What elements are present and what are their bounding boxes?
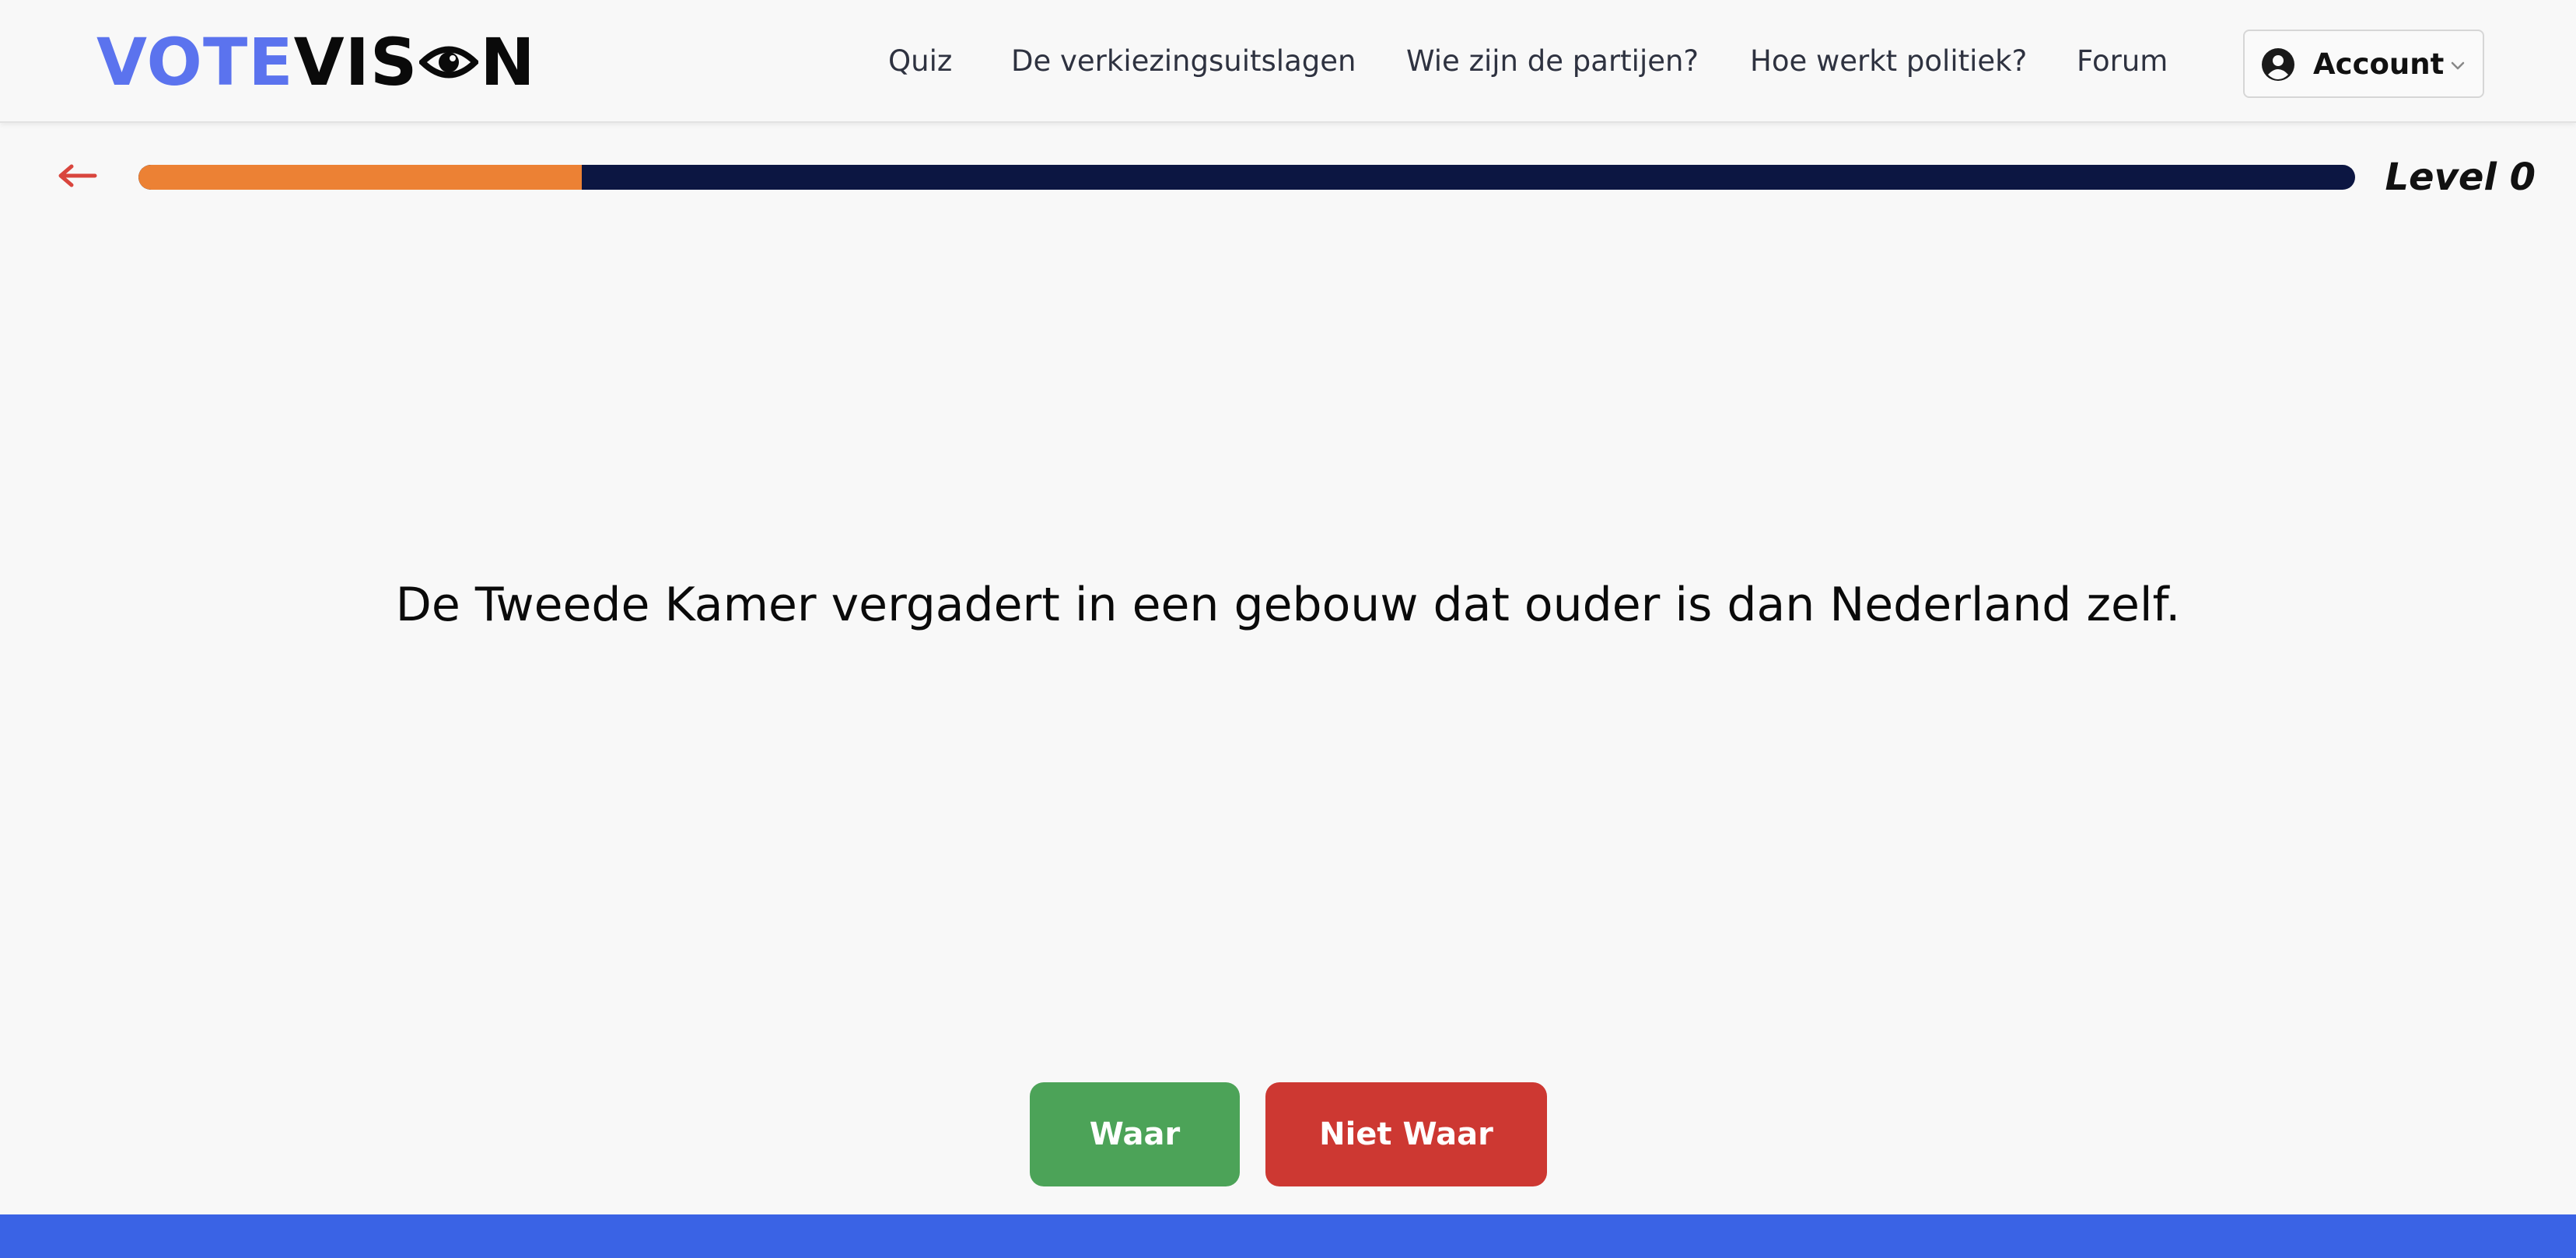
answer-true-button[interactable]: Waar bbox=[1030, 1082, 1240, 1186]
footer-bar bbox=[0, 1214, 2576, 1258]
user-circle-icon bbox=[2262, 48, 2294, 81]
nav-election-results[interactable]: De verkiezingsuitslagen bbox=[1011, 42, 1356, 81]
account-dropdown[interactable]: Account bbox=[2243, 30, 2484, 98]
eye-icon bbox=[419, 46, 479, 79]
nav-quiz[interactable]: Quiz bbox=[888, 42, 952, 81]
chevron-down-icon bbox=[2451, 61, 2465, 70]
arrow-left-icon[interactable] bbox=[58, 157, 98, 194]
nav-parties[interactable]: Wie zijn de partijen? bbox=[1406, 42, 1699, 81]
logo-text-vote: VOTE bbox=[96, 24, 294, 100]
logo-text-n: N bbox=[480, 24, 536, 100]
quiz-progress-fill bbox=[138, 165, 582, 190]
answer-false-button[interactable]: Niet Waar bbox=[1265, 1082, 1547, 1186]
quiz-progress-bar bbox=[138, 165, 2355, 190]
nav-how-politics-works[interactable]: Hoe werkt politiek? bbox=[1750, 42, 2027, 81]
nav-forum[interactable]: Forum bbox=[2077, 42, 2168, 81]
logo-text-vis: VIS bbox=[293, 24, 418, 100]
account-label: Account bbox=[2313, 47, 2445, 81]
votevision-logo[interactable]: VOTE VIS N bbox=[96, 30, 536, 95]
quiz-question: De Tweede Kamer vergadert in een gebouw … bbox=[395, 578, 2181, 632]
top-navbar: VOTE VIS N Quiz De verkiezingsuitslagen W… bbox=[0, 0, 2576, 123]
level-indicator: Level 0 bbox=[2385, 156, 2536, 199]
